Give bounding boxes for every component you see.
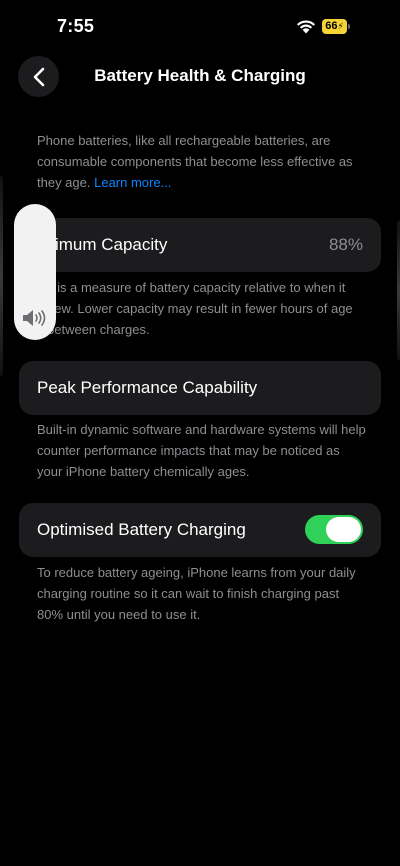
optimised-charging-label: Optimised Battery Charging (37, 520, 246, 539)
status-time: 7:55 (57, 16, 95, 36)
status-bar: 7:55 66⚡ (0, 0, 400, 54)
battery-level-badge: 66⚡ (322, 19, 347, 34)
intro-text: Phone batteries, like all rechargeable b… (37, 130, 367, 193)
maximum-capacity-row: aximum Capacity 88% (19, 218, 381, 272)
battery-level-text: 66 (325, 20, 338, 32)
toggle-knob (326, 517, 361, 542)
peak-performance-row[interactable]: Peak Performance Capability (19, 361, 381, 415)
optimised-charging-toggle[interactable] (305, 515, 363, 544)
wifi-icon (297, 20, 315, 34)
optimised-charging-description: To reduce battery ageing, iPhone learns … (37, 565, 356, 622)
peak-performance-label: Peak Performance Capability (37, 378, 258, 397)
intro-description: Phone batteries, like all rechargeable b… (37, 133, 353, 190)
maximum-capacity-value: 88% (328, 235, 363, 254)
volume-hud[interactable] (14, 204, 56, 340)
battery-cap (348, 24, 350, 29)
optimised-charging-row: Optimised Battery Charging (19, 503, 381, 557)
charging-bolt-icon: ⚡ (337, 21, 344, 31)
peak-performance-description: Built-in dynamic software and hardware s… (37, 422, 366, 479)
speaker-volume-icon (23, 310, 46, 326)
page-title: Battery Health & Charging (94, 66, 306, 85)
battery-icon: 66⚡ (322, 19, 350, 34)
hardware-edge-left (0, 176, 3, 376)
maximum-capacity-description: s is a measure of battery capacity relat… (47, 280, 353, 337)
learn-more-link[interactable]: Learn more... (94, 175, 171, 190)
maximum-capacity-label: aximum Capacity (37, 235, 168, 254)
